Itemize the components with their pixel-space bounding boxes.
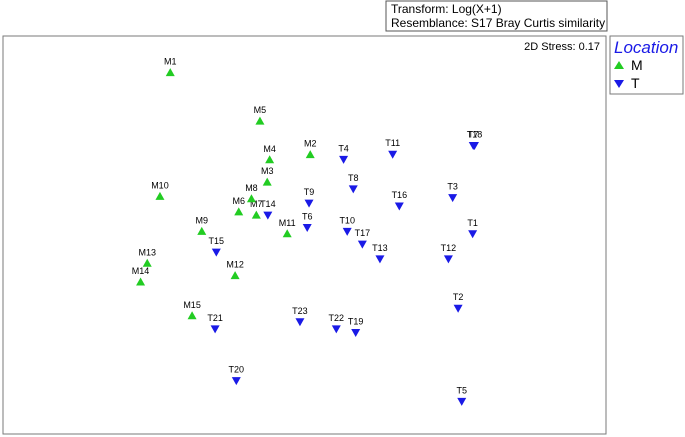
point-label-m13: M13 [138,247,156,257]
transform-text: Transform: Log(X+1) [391,2,502,16]
point-label-m10: M10 [151,180,169,190]
point-label-t6: T6 [302,211,313,221]
point-label-t17: T17 [355,228,371,238]
plot-area [2,35,607,435]
point-label-t2: T2 [453,292,464,302]
point-label-m8: M8 [245,183,258,193]
legend: Location M T [609,35,684,95]
point-label-t22: T22 [329,313,345,323]
point-label-m11: M11 [279,218,296,228]
point-label-t3: T3 [447,182,458,192]
point-label-m2: M2 [304,139,317,149]
stress-label: 2D Stress: 0.17 [524,41,600,53]
point-label-t1: T1 [467,218,478,228]
point-label-t9: T9 [304,187,315,197]
point-label-t18: T18 [467,129,483,139]
resemblance-text: Resemblance: S17 Bray Curtis similarity [391,16,605,30]
point-label-m15: M15 [183,300,201,310]
legend-title: Location [614,38,678,57]
point-label-t13: T13 [372,243,388,253]
point-label-m3: M3 [261,166,274,176]
point-label-m1: M1 [164,57,177,67]
point-label-t8: T8 [348,173,359,183]
point-label-t5: T5 [456,385,467,395]
point-label-t19: T19 [348,317,364,327]
point-label-t14: T14 [260,199,276,209]
point-label-t23: T23 [292,306,308,316]
point-label-t16: T16 [392,190,408,200]
point-label-m6: M6 [232,196,245,206]
point-label-m4: M4 [263,144,276,154]
point-label-t20: T20 [229,365,245,375]
point-label-t4: T4 [338,143,349,153]
point-label-t11: T11 [385,138,400,148]
point-label-t21: T21 [207,313,223,323]
nmds-chart: Transform: Log(X+1) Resemblance: S17 Bra… [2,0,684,435]
point-label-m9: M9 [196,215,209,225]
point-label-m14: M14 [132,266,150,276]
legend-entry-t: T [631,75,640,91]
point-label-t10: T10 [339,215,355,225]
point-label-m12: M12 [226,260,244,270]
point-label-t15: T15 [209,236,225,246]
point-label-t12: T12 [441,243,457,253]
point-label-m5: M5 [254,105,267,115]
legend-entry-m: M [631,57,643,73]
